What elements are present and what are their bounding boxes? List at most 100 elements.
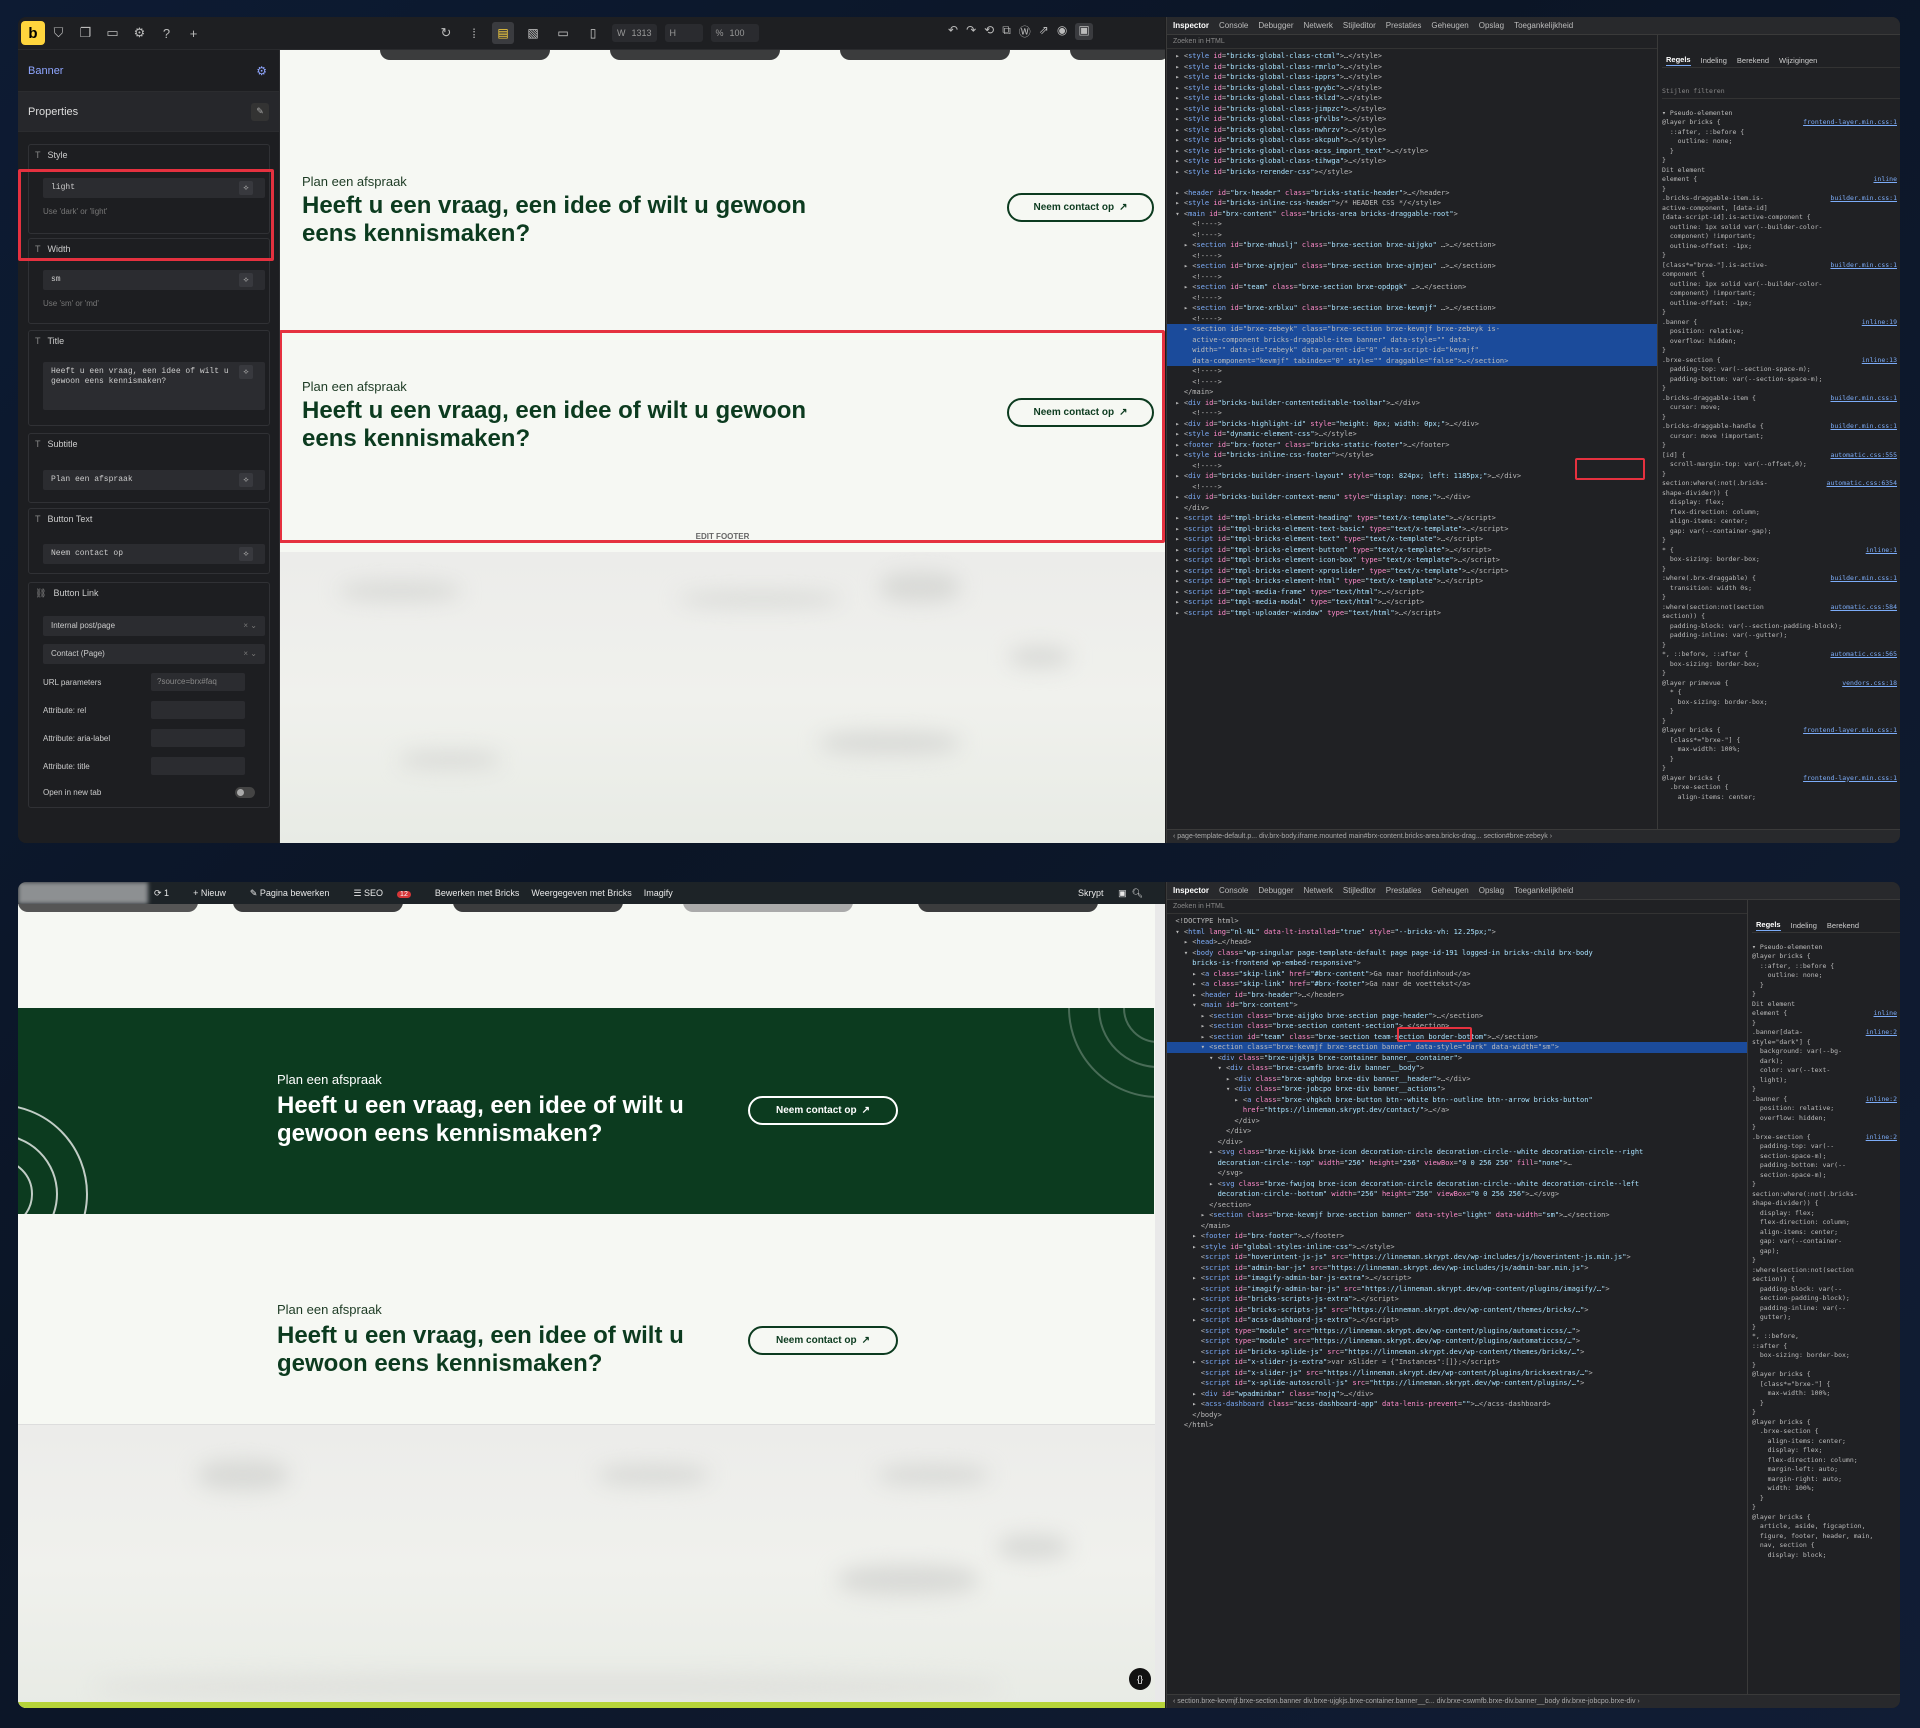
code-toggle-icon[interactable]: {} [1129, 1668, 1151, 1690]
tab-layout[interactable]: Indeling [1701, 56, 1727, 66]
width-style-input[interactable]: sm [43, 270, 265, 290]
tab-accessibility[interactable]: Toegankelijkheid [1514, 886, 1573, 895]
tab-network[interactable]: Netwerk [1304, 886, 1333, 895]
html-search-input[interactable]: Zoeken in HTML [1167, 900, 1747, 914]
slider-cards-top [280, 50, 1165, 64]
tab-computed[interactable]: Berekend [1737, 56, 1769, 66]
page-scrollbar[interactable] [1155, 904, 1165, 1708]
url-parameters-input[interactable]: ?source=brx#faq [151, 673, 245, 691]
imagify-item[interactable]: Imagify [644, 888, 673, 898]
save-icon[interactable]: ▣ [1075, 23, 1093, 40]
contact-button[interactable]: Neem contact op ↗ [1007, 398, 1154, 427]
tab-changes[interactable]: Wijzigingen [1779, 56, 1817, 66]
builder-canvas: Plan een afspraak Heeft u een vraag, een… [280, 50, 1165, 843]
gear-icon[interactable]: ⚙ [256, 64, 267, 78]
tab-layout[interactable]: Indeling [1791, 921, 1817, 931]
contact-button[interactable]: Neem contact op ↗ [1007, 193, 1154, 222]
redo-icon[interactable]: ↷ [966, 23, 976, 40]
styles-filter-input[interactable]: Stijlen filteren [1662, 87, 1900, 99]
bricks-logo-button[interactable]: b [21, 21, 45, 45]
edit-icon[interactable]: ✎ [251, 102, 269, 121]
link-type-select[interactable]: Internal post/page × ⌄ [43, 616, 265, 636]
tab-style-editor[interactable]: Stijleditor [1343, 886, 1376, 895]
dynamic-data-icon[interactable]: ⟡ [239, 273, 253, 287]
drag-handle-icon[interactable]: ⁞ [464, 26, 484, 41]
mobile-breakpoint-icon[interactable]: ▯ [582, 22, 604, 44]
add-icon[interactable]: + [180, 26, 207, 41]
tab-rules[interactable]: Regels [1756, 920, 1781, 931]
html-search-input[interactable]: Zoeken in HTML [1167, 35, 1657, 49]
settings-icon[interactable]: ⚙ [126, 25, 153, 41]
tab-performance[interactable]: Prestaties [1386, 21, 1422, 30]
contact-button[interactable]: Neem contact op ↗ [748, 1096, 898, 1125]
tab-rules[interactable]: Regels [1666, 55, 1691, 66]
subtitle-input[interactable]: Plan een afspraak [43, 470, 265, 490]
accent-bar [18, 1702, 1165, 1708]
rules-tabs: Regels Indeling Berekend [1752, 919, 1900, 933]
undo-icon[interactable]: ↶ [948, 23, 958, 40]
rel-input[interactable] [151, 701, 245, 719]
layers-icon[interactable]: ⧉ [1002, 23, 1011, 40]
external-link-icon[interactable]: ⇗ [1039, 23, 1049, 40]
account-item[interactable]: Skrypt ▣ 🔍︎ [1078, 888, 1143, 899]
tab-performance[interactable]: Prestaties [1386, 886, 1422, 895]
edit-footer-label[interactable]: EDIT FOOTER [280, 532, 1165, 541]
edit-with-bricks-item[interactable]: Bewerken met Bricks [435, 888, 520, 898]
tab-memory[interactable]: Geheugen [1431, 21, 1468, 30]
pages-icon[interactable]: ❐ [72, 25, 99, 41]
dynamic-data-icon[interactable]: ⟡ [239, 547, 253, 561]
help-icon[interactable]: ? [153, 26, 180, 41]
tab-inspector[interactable]: Inspector [1173, 21, 1209, 30]
clear-chevron-icon[interactable]: × ⌄ [243, 621, 257, 630]
dynamic-data-icon[interactable]: ⟡ [239, 473, 253, 487]
history-icon[interactable]: ⟲ [984, 23, 994, 40]
banner-section-light-1[interactable]: Plan een afspraak Heeft u een vraag, een… [280, 170, 1165, 290]
new-tab-toggle[interactable] [235, 787, 255, 798]
comments-item[interactable]: ⟳ 1 [154, 888, 181, 899]
aria-label-input[interactable] [151, 729, 245, 747]
refresh-icon[interactable]: ↻ [436, 25, 456, 41]
title-textarea[interactable]: Heeft u een vraag, een idee of wilt u ge… [43, 362, 265, 410]
tab-storage[interactable]: Opslag [1479, 886, 1504, 895]
title-attr-input[interactable] [151, 757, 245, 775]
devtools-breadcrumb[interactable]: ‹ page-template-default.p... div.brx-bod… [1167, 829, 1900, 843]
tablet-breakpoint-icon[interactable]: ▭ [552, 22, 574, 44]
contact-button[interactable]: Neem contact op ↗ [748, 1326, 898, 1355]
devtools-breadcrumb[interactable]: ‹ section.brxe-kevmjf.brxe-section.banne… [1167, 1694, 1900, 1708]
rendered-with-bricks-item[interactable]: Weergegeven met Bricks [531, 888, 631, 898]
tab-network[interactable]: Netwerk [1304, 21, 1333, 30]
banner-section-light-2[interactable]: Plan een afspraak Heeft u een vraag, een… [280, 375, 1165, 495]
html-tree: ▸ <style id="bricks-global-class-ctcml">… [1167, 51, 1657, 829]
tab-storage[interactable]: Opslag [1479, 21, 1504, 30]
tab-console[interactable]: Console [1219, 886, 1248, 895]
tab-debugger[interactable]: Debugger [1258, 21, 1293, 30]
banner-pretitle: Plan een afspraak [277, 1302, 382, 1317]
banner-pretitle: Plan een afspraak [277, 1072, 382, 1087]
tab-accessibility[interactable]: Toegankelijkheid [1514, 21, 1573, 30]
width-input[interactable]: W 1313 [612, 24, 657, 42]
tab-computed[interactable]: Berekend [1827, 921, 1859, 931]
button-text-input[interactable]: Neem contact op [43, 544, 265, 564]
preview-icon[interactable]: ◉ [1057, 23, 1067, 40]
dynamic-data-icon[interactable]: ⟡ [239, 181, 253, 195]
new-item[interactable]: + Nieuw [193, 888, 238, 898]
clear-chevron-icon[interactable]: × ⌄ [243, 649, 257, 658]
wordpress-icon[interactable]: Ⓦ [1019, 23, 1031, 40]
edit-page-item[interactable]: ✎ Pagina bewerken [250, 888, 342, 899]
elements-icon[interactable]: ⛉ [45, 25, 72, 41]
tab-console[interactable]: Console [1219, 21, 1248, 30]
laptop-breakpoint-icon[interactable]: ▧ [522, 22, 544, 44]
tab-debugger[interactable]: Debugger [1258, 886, 1293, 895]
seo-item[interactable]: ☰ SEO 12 [353, 888, 422, 899]
style-input[interactable]: light [43, 178, 265, 198]
height-input[interactable]: H [664, 24, 703, 42]
tab-style-editor[interactable]: Stijleditor [1343, 21, 1376, 30]
link-page-select[interactable]: Contact (Page) × ⌄ [43, 644, 265, 664]
desktop-breakpoint-icon[interactable]: ▤ [492, 22, 514, 44]
folder-icon[interactable]: ▭ [99, 25, 126, 41]
banner-title: Heeft u een vraag, een idee of wilt u ge… [277, 1322, 684, 1377]
tab-memory[interactable]: Geheugen [1431, 886, 1468, 895]
tab-inspector[interactable]: Inspector [1173, 886, 1209, 895]
zoom-input[interactable]: % 100 [710, 24, 759, 42]
dynamic-data-icon[interactable]: ⟡ [239, 365, 253, 379]
